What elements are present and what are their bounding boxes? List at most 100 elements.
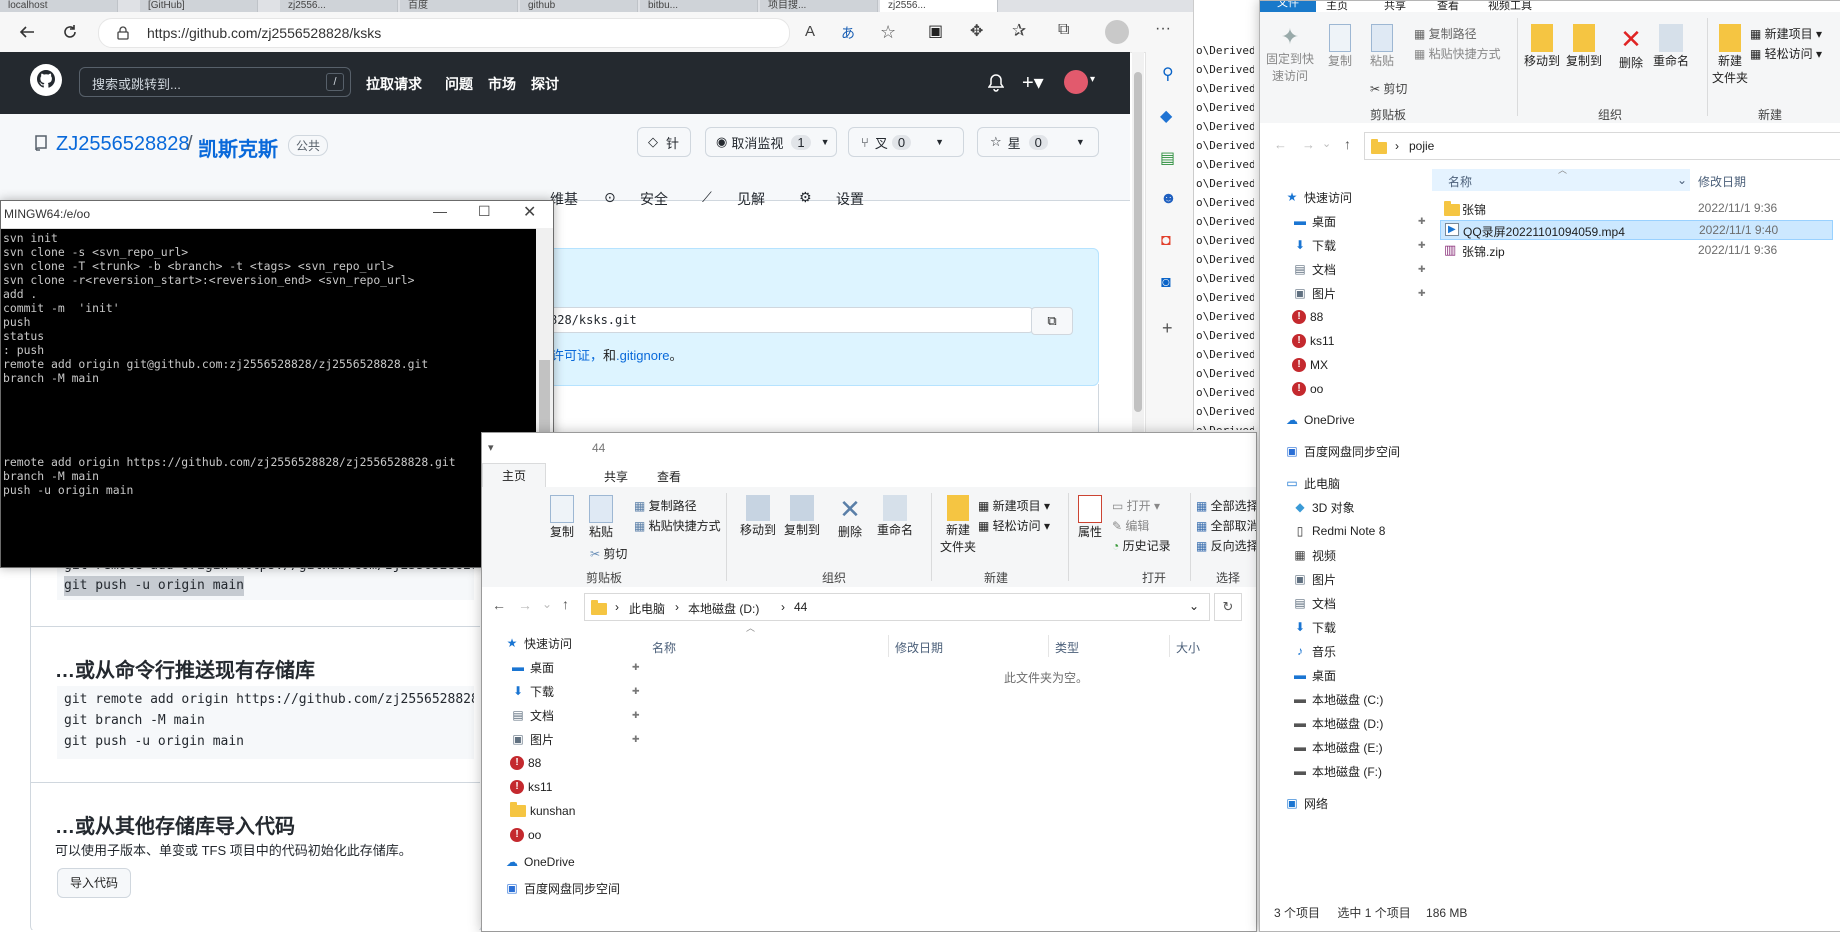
- breadcrumb[interactable]: › 此电脑 › 本地磁盘 (D:) › 44 ⌄: [584, 593, 1210, 621]
- new-item-button[interactable]: ▦ 新建项目 ▾: [1750, 25, 1822, 42]
- star-button[interactable]: ☆ 星 0 ▼: [977, 127, 1099, 157]
- up-arrow-icon[interactable]: ↑: [562, 596, 569, 612]
- tab-home[interactable]: 主页: [482, 463, 546, 488]
- refresh-button[interactable]: [55, 17, 85, 47]
- history-button[interactable]: ◔ 历史记录: [1112, 537, 1171, 554]
- up-arrow-icon[interactable]: ↑: [1344, 136, 1351, 152]
- tab-file[interactable]: 文件: [1260, 1, 1316, 12]
- watch-button[interactable]: ◉ 取消监视 1 ▼: [705, 127, 837, 157]
- profile-avatar[interactable]: [1105, 20, 1129, 44]
- create-new-icon[interactable]: +▾: [1022, 70, 1044, 95]
- rename-button[interactable]: 重命名: [877, 495, 913, 538]
- browser-tab[interactable]: 项目搜...: [760, 0, 878, 12]
- terminal-output[interactable]: svn init svn clone -s <svn_repo_url> svn c…: [3, 231, 533, 497]
- path-bar[interactable]: › pojie: [1364, 132, 1840, 160]
- copy-button[interactable]: 复制: [1328, 24, 1352, 69]
- column-dropdown-icon[interactable]: ⌄: [1677, 173, 1687, 187]
- nav-item[interactable]: ★ 快速访问: [1284, 188, 1352, 206]
- select-none-button[interactable]: ▦ 全部取消: [1196, 517, 1256, 534]
- browser-tab[interactable]: bitbu...: [640, 0, 758, 12]
- nav-item[interactable]: ▬ 本地磁盘 (E:): [1292, 738, 1383, 756]
- forward-arrow-icon[interactable]: →: [518, 597, 532, 613]
- nav-item[interactable]: ⬇ 下载 ✚: [510, 682, 640, 700]
- browser-tab[interactable]: localhost: [0, 0, 118, 12]
- copy-to-button[interactable]: 复制到: [784, 495, 820, 538]
- back-arrow-icon[interactable]: ←: [1274, 137, 1287, 152]
- nav-item[interactable]: ▬ 桌面: [1292, 666, 1336, 684]
- nav-item[interactable]: ! 88: [510, 754, 541, 772]
- move-to-button[interactable]: 移动到: [740, 495, 776, 538]
- file-row[interactable]: ▥ 张锦.zip 2022/11/1 9:36: [1440, 241, 1833, 261]
- paste-button[interactable]: 粘贴: [1370, 24, 1394, 69]
- breadcrumb-item[interactable]: 本地磁盘 (D:): [688, 600, 759, 617]
- tab-share[interactable]: 共享: [604, 468, 628, 485]
- cut-button[interactable]: ✂ 剪切: [1370, 80, 1407, 97]
- nav-item[interactable]: ▣ 图片: [1292, 570, 1336, 588]
- nav-item[interactable]: ▣ 百度网盘同步空间: [504, 879, 620, 897]
- easy-access-button[interactable]: ▦ 轻松访问 ▾: [1750, 45, 1822, 62]
- fork-button[interactable]: ⑂ 叉 0 ▼: [848, 127, 964, 157]
- copy-url-button[interactable]: ⧉: [1031, 307, 1073, 335]
- tab-settings[interactable]: 设置: [836, 189, 864, 209]
- import-code-button[interactable]: 导入代码: [57, 868, 132, 898]
- nav-marketplace[interactable]: 市场: [488, 74, 516, 94]
- recent-chevron-icon[interactable]: ⌄: [1322, 137, 1331, 150]
- edit-button[interactable]: ✎ 编辑: [1112, 517, 1149, 534]
- copy-button[interactable]: 复制: [550, 495, 574, 540]
- nav-issues[interactable]: 问题: [445, 74, 473, 94]
- nav-item[interactable]: ▤ 文档 ✚: [510, 706, 639, 724]
- pin-quick-access-button[interactable]: ✦ 固定到快 速访问: [1266, 24, 1314, 84]
- nav-item[interactable]: ! ks11: [510, 778, 552, 796]
- nav-item[interactable]: ! oo: [510, 826, 541, 844]
- nav-item[interactable]: ! ks11: [1292, 332, 1334, 350]
- nav-item[interactable]: ☁ OneDrive: [504, 853, 575, 871]
- favorites-add-icon[interactable]: ☆: [880, 22, 896, 43]
- nav-item[interactable]: ▬ 桌面 ✚: [510, 658, 640, 676]
- puzzle-icon[interactable]: ✥: [970, 21, 983, 41]
- file-row[interactable]: 张锦 2022/11/1 9:36: [1440, 199, 1833, 219]
- address-bar[interactable]: https://github.com/zj2556528828/ksks A あ: [98, 18, 855, 48]
- browser-tab[interactable]: zj2556...: [280, 0, 398, 12]
- back-button[interactable]: [12, 17, 42, 47]
- repo-name-link[interactable]: 凯斯克斯: [198, 133, 278, 162]
- properties-button[interactable]: 属性: [1078, 495, 1102, 540]
- paste-shortcut-button[interactable]: ▦ 粘贴快捷方式: [634, 517, 721, 534]
- delete-button[interactable]: ✕ 删除: [838, 495, 862, 540]
- invert-selection-button[interactable]: ▦ 反向选择: [1196, 537, 1256, 554]
- nav-item[interactable]: ▤ 文档: [1292, 594, 1336, 612]
- rename-button[interactable]: 重命名: [1653, 24, 1689, 69]
- page-scrollbar[interactable]: [1132, 52, 1144, 432]
- nav-item[interactable]: ▤ 文档 ✚: [1292, 260, 1425, 278]
- nav-item[interactable]: ★ 快速访问: [504, 634, 572, 652]
- close-icon[interactable]: ✕: [523, 202, 536, 222]
- nav-item[interactable]: ⬇ 下载: [1292, 618, 1336, 636]
- copy-path-button[interactable]: ▦ 复制路径: [1414, 25, 1477, 42]
- toolbox-icon[interactable]: ▤: [1160, 148, 1175, 168]
- refresh-button[interactable]: ↻: [1214, 593, 1242, 621]
- favorites-icon[interactable]: ✰: [1012, 21, 1026, 41]
- cut-button[interactable]: ✂ 剪切: [590, 545, 627, 562]
- tab-view[interactable]: 查看: [657, 468, 681, 485]
- nav-item[interactable]: ▭ 此电脑: [1284, 474, 1340, 492]
- new-item-button[interactable]: ▦ 新建项目 ▾: [978, 497, 1050, 514]
- nav-item[interactable]: ▬ 桌面 ✚: [1292, 212, 1426, 230]
- chevron-down-icon[interactable]: ▾: [1090, 74, 1095, 85]
- outlook-icon[interactable]: ◙: [1161, 274, 1171, 292]
- office-icon[interactable]: ◘: [1161, 232, 1171, 250]
- nav-item[interactable]: ▣ 图片 ✚: [1292, 284, 1425, 302]
- column-header-name[interactable]: 名称: [652, 639, 676, 656]
- breadcrumb-item[interactable]: 44: [794, 600, 807, 614]
- nav-item[interactable]: ▣ 百度网盘同步空间: [1284, 442, 1400, 460]
- column-header-date[interactable]: 修改日期: [1698, 173, 1746, 190]
- repo-owner-link[interactable]: ZJ2556528828: [56, 133, 189, 156]
- nav-item[interactable]: ▯ Redmi Note 8: [1292, 522, 1386, 540]
- column-header-name[interactable]: 名称: [1448, 173, 1472, 190]
- easy-access-button[interactable]: ▦ 轻松访问 ▾: [978, 517, 1050, 534]
- open-button[interactable]: ▭ 打开 ▾: [1112, 497, 1160, 514]
- license-link[interactable]: 许可证，: [551, 348, 603, 363]
- nav-item[interactable]: ▣ 图片 ✚: [510, 730, 639, 748]
- recent-chevron-icon[interactable]: ⌄: [542, 597, 552, 611]
- more-menu-icon[interactable]: ···: [1155, 20, 1171, 38]
- column-header-type[interactable]: 类型: [1055, 639, 1079, 656]
- paste-button[interactable]: 粘贴: [589, 495, 613, 540]
